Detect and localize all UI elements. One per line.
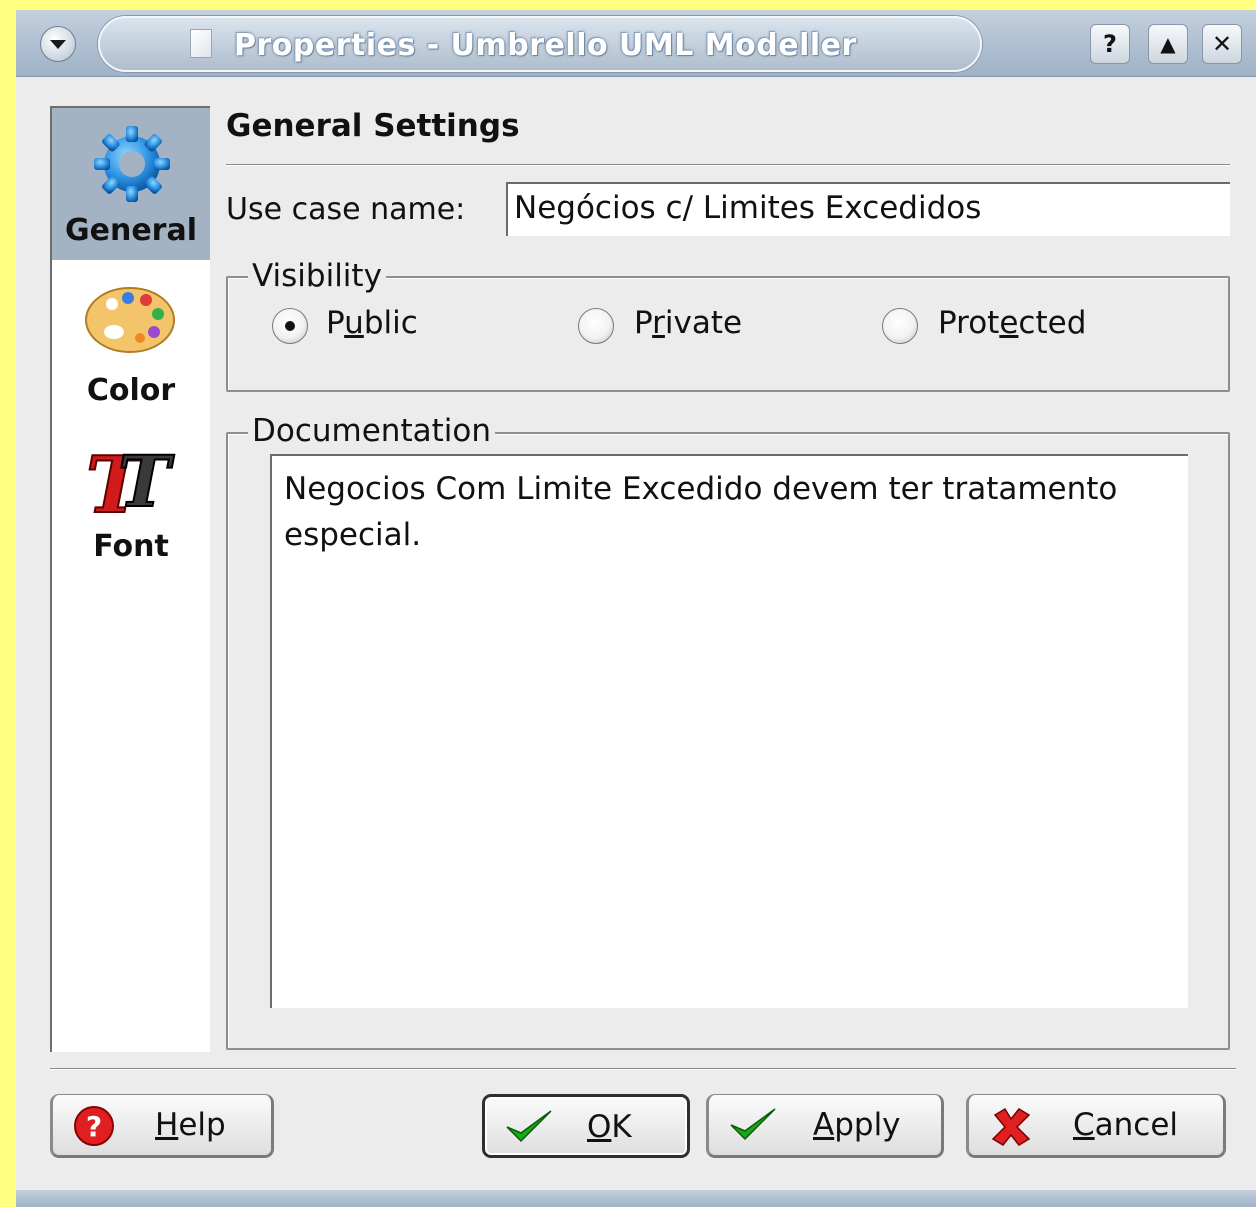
documentation-title: Documentation xyxy=(248,413,495,449)
sidebar-item-font[interactable]: T T Font xyxy=(52,424,210,576)
help-button-label: Help xyxy=(155,1107,226,1143)
public-radio[interactable] xyxy=(272,308,308,344)
protected-label[interactable]: Protected xyxy=(938,305,1086,341)
use-case-name-input[interactable]: Negócios c/ Limites Excedidos xyxy=(506,182,1230,236)
apply-button[interactable]: Apply xyxy=(706,1094,944,1158)
use-case-name-label: Use case name: xyxy=(226,192,466,227)
document-icon xyxy=(190,29,212,58)
window-bottom-border xyxy=(16,1190,1256,1207)
private-label[interactable]: Private xyxy=(634,305,742,341)
palette-icon xyxy=(85,287,175,353)
button-divider xyxy=(50,1068,1236,1070)
sidebar-label-font: Font xyxy=(93,529,169,564)
public-label[interactable]: Public xyxy=(326,305,418,341)
properties-dialog: Properties - Umbrello UML Modeller ? ▲ ✕ xyxy=(16,10,1256,1207)
ok-button-label: OK xyxy=(587,1109,632,1145)
visibility-title: Visibility xyxy=(248,258,386,294)
font-icon: T T xyxy=(85,439,176,520)
sidebar-item-color[interactable]: Color xyxy=(52,268,210,420)
check-icon xyxy=(730,1108,776,1141)
help-titlebar-button[interactable]: ? xyxy=(1090,24,1130,64)
protected-radio[interactable] xyxy=(882,308,918,344)
help-icon: ? xyxy=(74,1106,114,1146)
section-title: General Settings xyxy=(226,108,520,144)
svg-text:T: T xyxy=(118,440,175,520)
sidebar-item-general[interactable]: General xyxy=(52,108,210,260)
title-pill: Properties - Umbrello UML Modeller xyxy=(98,16,982,72)
window-menu-icon[interactable] xyxy=(40,26,76,62)
documentation-textarea[interactable]: Negocios Com Limite Excedido devem ter t… xyxy=(270,454,1188,1008)
close-button[interactable]: ✕ xyxy=(1202,24,1242,64)
private-radio[interactable] xyxy=(578,308,614,344)
maximize-button[interactable]: ▲ xyxy=(1148,24,1188,64)
window-title: Properties - Umbrello UML Modeller xyxy=(234,28,857,63)
ok-button[interactable]: OK xyxy=(482,1094,690,1158)
help-button[interactable]: ? Help xyxy=(50,1094,274,1158)
sidebar-label-color: Color xyxy=(86,373,176,408)
check-icon xyxy=(506,1110,552,1143)
section-divider xyxy=(226,164,1230,166)
sidebar-label-general: General xyxy=(65,213,197,248)
cancel-icon xyxy=(991,1107,1031,1146)
page-sidebar: General Color T T Font xyxy=(50,106,210,1052)
gear-icon xyxy=(94,126,170,202)
cancel-button-label: Cancel xyxy=(1073,1107,1179,1143)
cancel-button[interactable]: Cancel xyxy=(966,1094,1226,1158)
svg-text:?: ? xyxy=(86,1110,102,1143)
apply-button-label: Apply xyxy=(813,1107,901,1143)
title-bar: Properties - Umbrello UML Modeller ? ▲ ✕ xyxy=(16,10,1256,77)
